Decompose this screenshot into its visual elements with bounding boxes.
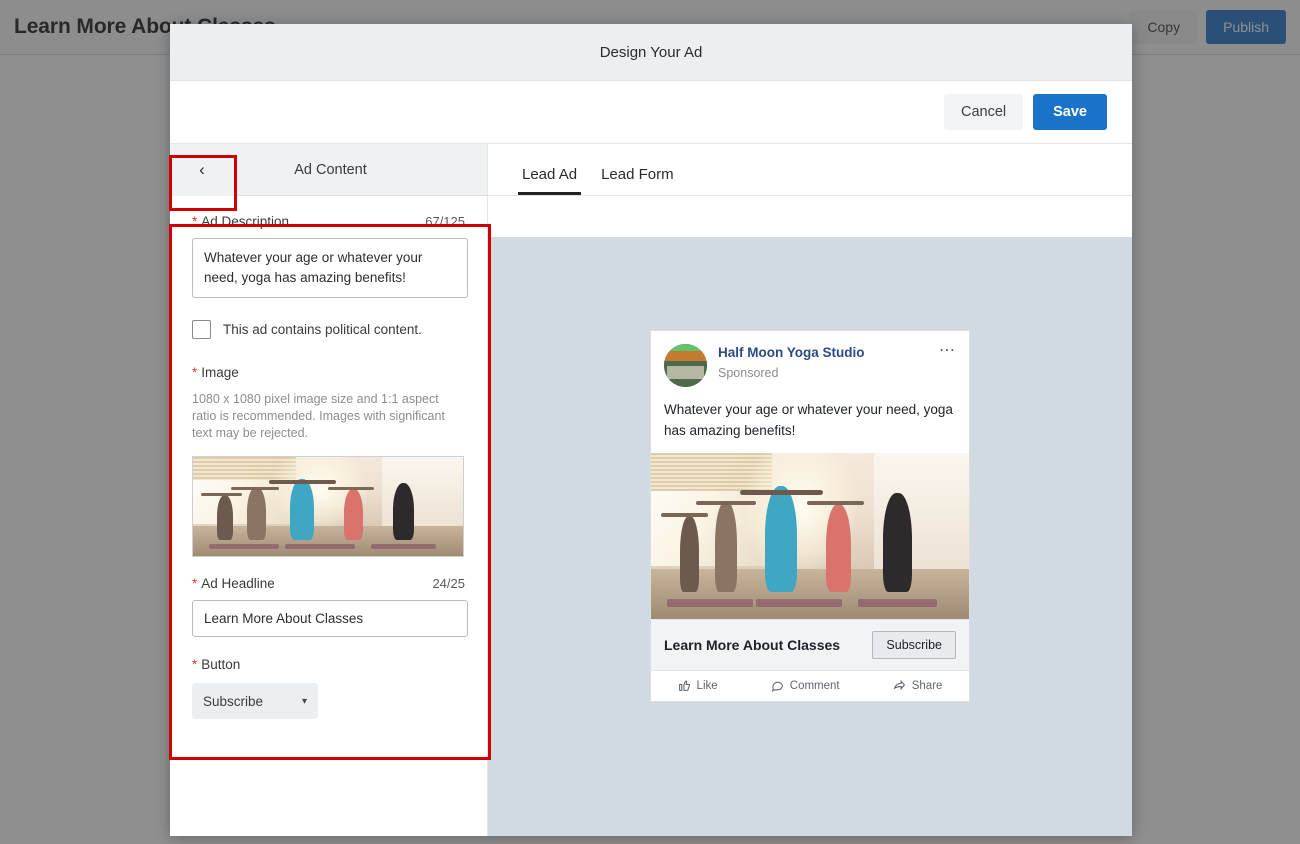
photo-figure bbox=[826, 504, 851, 592]
photo-figure bbox=[680, 516, 699, 592]
photo-mat bbox=[285, 544, 355, 549]
photo-figure bbox=[217, 495, 233, 541]
required-asterisk: * bbox=[192, 214, 197, 229]
ad-headline-counter: 24/25 bbox=[432, 576, 465, 591]
ad-description-label-row: *Ad Description 67/125 bbox=[192, 214, 465, 229]
ad-description-label: *Ad Description bbox=[192, 214, 289, 229]
photo-figure-arm bbox=[231, 487, 280, 490]
design-your-ad-modal: Design Your Ad Cancel Save ‹ Ad Content … bbox=[170, 24, 1132, 836]
photo-figure-arm bbox=[328, 487, 374, 490]
required-asterisk: * bbox=[192, 657, 197, 672]
ad-content-header: ‹ Ad Content bbox=[170, 144, 487, 196]
share-label: Share bbox=[912, 680, 943, 692]
photo-figure-arm bbox=[696, 501, 756, 505]
brand-name[interactable]: Half Moon Yoga Studio bbox=[718, 344, 939, 362]
political-content-checkbox[interactable] bbox=[192, 320, 211, 339]
avatar-window bbox=[667, 366, 703, 379]
ad-card-identity: Half Moon Yoga Studio Sponsored bbox=[718, 344, 939, 382]
photo-figure bbox=[715, 501, 737, 592]
ad-content-title: Ad Content bbox=[234, 162, 487, 178]
modal-body: ‹ Ad Content *Ad Description 67/125 This… bbox=[170, 144, 1132, 836]
like-action[interactable]: Like bbox=[678, 679, 718, 692]
preview-tabs: Lead Ad Lead Form bbox=[488, 144, 1132, 196]
subscribe-cta-button[interactable]: Subscribe bbox=[872, 631, 956, 659]
photo-floor bbox=[651, 569, 969, 619]
cancel-button[interactable]: Cancel bbox=[944, 94, 1023, 130]
photo-figure bbox=[393, 483, 415, 540]
ad-card-actions: Like Comment bbox=[651, 670, 969, 701]
modal-action-bar: Cancel Save bbox=[170, 81, 1132, 144]
tab-lead-ad[interactable]: Lead Ad bbox=[510, 166, 589, 195]
ad-headline-label-row: *Ad Headline 24/25 bbox=[192, 576, 465, 591]
ad-content-form: *Ad Description 67/125 This ad contains … bbox=[170, 196, 487, 836]
modal-title: Design Your Ad bbox=[600, 44, 703, 61]
sponsored-label: Sponsored bbox=[718, 364, 939, 382]
ad-body-text: Whatever your age or whatever your need,… bbox=[651, 397, 969, 453]
like-label: Like bbox=[697, 680, 718, 692]
photo-mat bbox=[858, 599, 938, 607]
photo-figure-arm bbox=[661, 513, 709, 517]
preview-canvas: Half Moon Yoga Studio Sponsored ⋯ Whatev… bbox=[488, 237, 1132, 836]
facebook-ad-preview-card: Half Moon Yoga Studio Sponsored ⋯ Whatev… bbox=[650, 330, 970, 702]
comment-icon bbox=[771, 679, 784, 692]
button-type-value: Subscribe bbox=[203, 694, 263, 709]
avatar bbox=[664, 344, 707, 387]
required-asterisk: * bbox=[192, 365, 197, 380]
tab-lead-form[interactable]: Lead Form bbox=[589, 166, 686, 195]
modal-header: Design Your Ad bbox=[170, 24, 1132, 81]
comment-label: Comment bbox=[790, 680, 840, 692]
share-icon bbox=[893, 679, 906, 692]
photo-mat bbox=[371, 544, 436, 549]
comment-action[interactable]: Comment bbox=[771, 679, 840, 692]
photo-floor bbox=[193, 526, 463, 556]
photo-mat bbox=[667, 599, 753, 607]
photo-figure bbox=[883, 493, 912, 593]
ad-preview-image bbox=[651, 453, 969, 619]
ad-content-panel: ‹ Ad Content *Ad Description 67/125 This… bbox=[170, 144, 488, 836]
image-label: *Image bbox=[192, 365, 465, 380]
political-content-label: This ad contains political content. bbox=[223, 322, 422, 337]
photo-figure-arm bbox=[201, 493, 242, 496]
ad-card-footer: Learn More About Classes Subscribe bbox=[651, 619, 969, 670]
button-type-select[interactable]: Subscribe ▾ bbox=[192, 683, 318, 719]
photo-figure bbox=[290, 479, 314, 540]
ad-headline-input[interactable] bbox=[192, 600, 468, 637]
chevron-left-icon[interactable]: ‹ bbox=[170, 144, 234, 196]
required-asterisk: * bbox=[192, 576, 197, 591]
save-button[interactable]: Save bbox=[1033, 94, 1107, 130]
button-field-label: *Button bbox=[192, 657, 465, 672]
political-content-row[interactable]: This ad contains political content. bbox=[192, 320, 465, 339]
ad-headline-label: *Ad Headline bbox=[192, 576, 275, 591]
photo-mat bbox=[209, 544, 279, 549]
ad-description-input[interactable] bbox=[192, 238, 468, 298]
ad-card-header: Half Moon Yoga Studio Sponsored ⋯ bbox=[651, 331, 969, 397]
photo-figure bbox=[344, 489, 363, 540]
preview-spacer bbox=[488, 196, 1132, 237]
ad-description-counter: 67/125 bbox=[425, 214, 465, 229]
chevron-down-icon: ▾ bbox=[302, 696, 307, 707]
photo-figure bbox=[247, 487, 266, 540]
thumbs-up-icon bbox=[678, 679, 691, 692]
ad-preview-headline: Learn More About Classes bbox=[664, 637, 840, 653]
ellipsis-icon[interactable]: ⋯ bbox=[939, 344, 956, 358]
ad-preview-panel: Lead Ad Lead Form Half Moon Yoga Stu bbox=[488, 144, 1132, 836]
photo-mat bbox=[756, 599, 842, 607]
photo-figure bbox=[765, 486, 797, 592]
image-helper-text: 1080 x 1080 pixel image size and 1:1 asp… bbox=[192, 391, 464, 442]
photo-figure-arm bbox=[269, 480, 337, 484]
share-action[interactable]: Share bbox=[893, 679, 943, 692]
photo-figure-arm bbox=[740, 490, 823, 495]
ad-image-thumbnail[interactable] bbox=[192, 456, 464, 557]
photo-figure-arm bbox=[807, 501, 864, 505]
